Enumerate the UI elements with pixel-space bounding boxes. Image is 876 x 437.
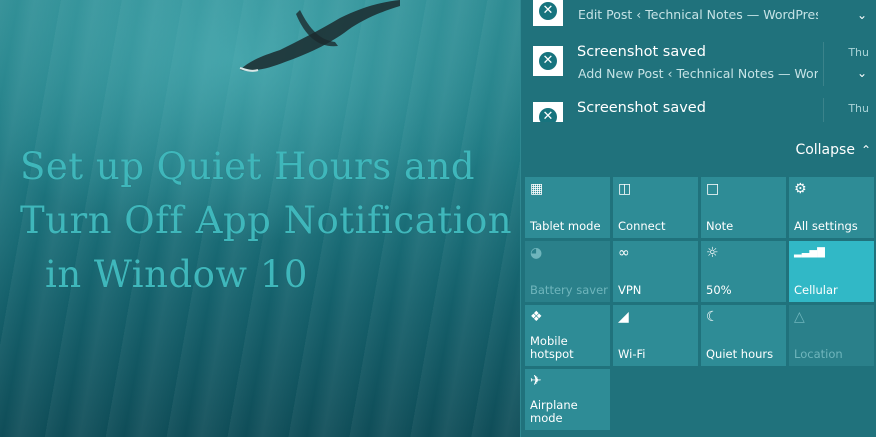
notification-divider — [823, 98, 824, 122]
tile-connect[interactable]: ◫ Connect — [613, 177, 698, 238]
tile-label: All settings — [794, 219, 858, 233]
notification-title: Screenshot saved — [577, 100, 706, 116]
tile-label: Quiet hours — [706, 347, 774, 361]
chevron-up-icon: ⌃ — [860, 143, 871, 157]
tile-label: Note — [706, 219, 734, 233]
notification-item[interactable]: ✕ Screenshot saved Add New Post ‹ Techni… — [521, 42, 876, 98]
xbox-app-icon: ✕ — [533, 46, 563, 76]
tile-label: Airplane mode — [530, 398, 578, 425]
tile-wifi[interactable]: ◢ Wi-Fi — [613, 305, 698, 366]
tile-quiet-hours[interactable]: ☾ Quiet hours — [701, 305, 786, 366]
chevron-down-icon[interactable]: ⌄ — [857, 66, 867, 80]
wifi-icon: ◢ — [618, 309, 629, 325]
gear-icon: ⚙ — [794, 181, 807, 197]
connect-icon: ◫ — [618, 181, 632, 197]
tile-vpn[interactable]: ∞ VPN — [613, 241, 698, 302]
quick-actions-grid: ▦ Tablet mode ◫ Connect □ Note ⚙ All set… — [525, 177, 876, 430]
notification-divider — [823, 42, 824, 86]
notification-item[interactable]: ✕ Screenshot saved Thu — [521, 98, 876, 122]
vpn-icon: ∞ — [618, 245, 630, 261]
tile-battery-saver[interactable]: ◕ Battery saver — [525, 241, 610, 302]
tile-mobile-hotspot[interactable]: ❖ Mobile hotspot — [525, 305, 610, 366]
notification-time: Thu — [848, 102, 869, 115]
collapse-button[interactable]: Collapse ⌃ — [795, 142, 871, 158]
tile-tablet-mode[interactable]: ▦ Tablet mode — [525, 177, 610, 238]
battery-saver-icon: ◕ — [530, 245, 543, 261]
action-center-panel: ✕ Edit Post ‹ Technical Notes — WordPres… — [520, 0, 876, 437]
collapse-label: Collapse — [795, 142, 855, 158]
tile-label: Connect — [618, 219, 666, 233]
tile-label: VPN — [618, 283, 642, 297]
tile-label: Tablet mode — [530, 219, 601, 233]
brightness-icon: ☼ — [706, 245, 719, 261]
airplane-icon: ✈ — [530, 373, 542, 389]
headline-line-3: in Window 10 — [45, 253, 308, 296]
notification-subtitle: Edit Post ‹ Technical Notes — WordPress — [578, 7, 818, 22]
tile-label: 50% — [706, 283, 732, 297]
headline: Set up Quiet Hours and Turn Off App Noti… — [20, 140, 520, 302]
headline-line-2: Turn Off App Notification — [20, 199, 513, 242]
tile-label: Wi-Fi — [618, 347, 646, 361]
notification-subtitle: Add New Post ‹ Technical Notes — WordPre… — [578, 66, 818, 81]
tile-brightness[interactable]: ☼ 50% — [701, 241, 786, 302]
tile-label: Cellular — [794, 283, 838, 297]
xbox-app-icon: ✕ — [533, 0, 563, 26]
tablet-mode-icon: ▦ — [530, 181, 544, 197]
tile-label: Location — [794, 347, 843, 361]
notification-time: Thu — [848, 46, 869, 59]
tile-label: Battery saver — [530, 283, 608, 297]
tile-note[interactable]: □ Note — [701, 177, 786, 238]
headline-line-1: Set up Quiet Hours and — [20, 145, 476, 188]
moon-icon: ☾ — [706, 309, 719, 325]
tile-all-settings[interactable]: ⚙ All settings — [789, 177, 874, 238]
tile-airplane-mode[interactable]: ✈ Airplane mode — [525, 369, 610, 430]
location-icon: △ — [794, 309, 805, 325]
xbox-app-icon: ✕ — [533, 102, 563, 122]
tile-label: Mobile hotspot — [530, 334, 574, 361]
notification-item[interactable]: ✕ Edit Post ‹ Technical Notes — WordPres… — [521, 0, 876, 48]
swimmer-image — [239, 0, 400, 72]
note-icon: □ — [706, 181, 720, 197]
chevron-down-icon[interactable]: ⌄ — [857, 8, 867, 22]
cellular-icon: ▂▃▅▇ — [794, 247, 825, 258]
notification-title: Screenshot saved — [577, 44, 706, 60]
mobile-hotspot-icon: ❖ — [530, 309, 543, 325]
tile-cellular[interactable]: ▂▃▅▇ Cellular — [789, 241, 874, 302]
tile-location[interactable]: △ Location — [789, 305, 874, 366]
